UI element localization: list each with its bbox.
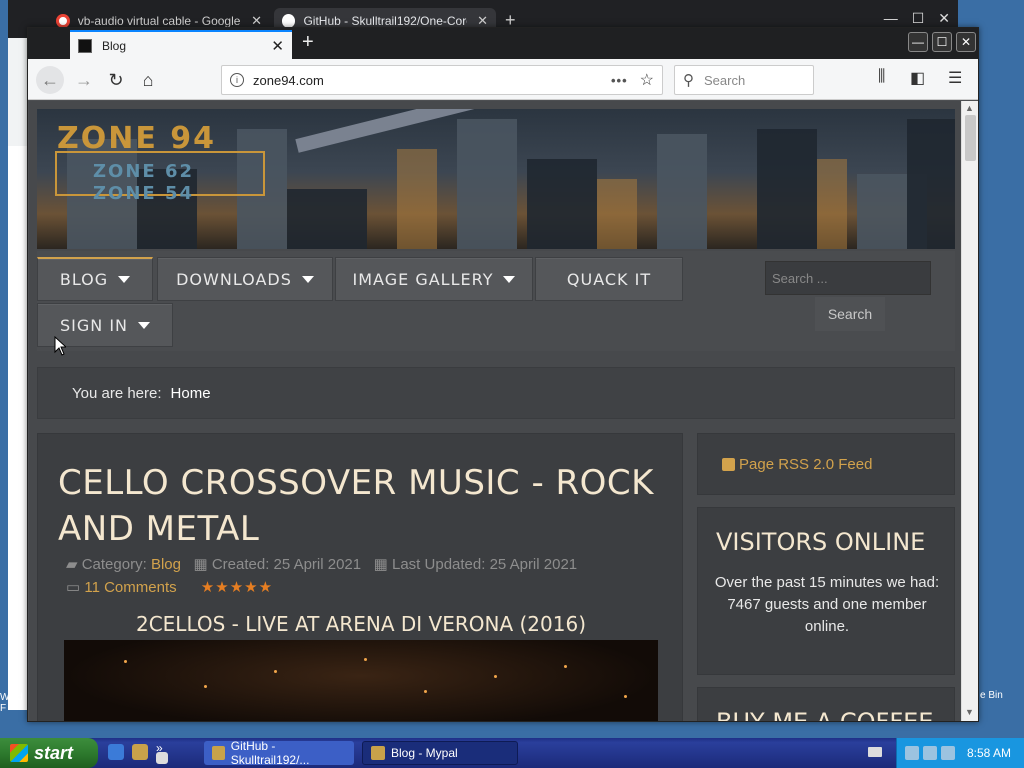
breadcrumb-home-link[interactable]: Home [171,385,211,402]
site-search-button[interactable]: Search [815,297,885,331]
mypal-icon[interactable] [132,744,148,760]
background-window-controls: — ☐ ✕ [884,10,950,27]
task-blog-mypal[interactable]: Blog - Mypal [362,741,518,765]
close-tab-icon[interactable]: ✕ [271,37,284,55]
video-title: 2CELLOS - LIVE AT ARENA DI VERONA (2016) [135,612,587,636]
browser-search-input[interactable]: ⚲ Search [674,65,814,95]
task-github[interactable]: GitHub - Skulltrail192/... [204,739,354,767]
video-player[interactable] [64,640,658,721]
start-button[interactable]: start [0,738,98,768]
calendar-icon: ▦ [373,556,388,573]
windows-logo-icon [10,744,28,762]
minimize-button[interactable]: — [908,32,928,52]
caret-down-icon [301,275,314,283]
breadcrumb: You are here: Home [37,367,955,419]
coffee-module: BUY ME A COFFEE [697,687,955,721]
article-meta: ▰ Category: Blog ▦ Created: 25 April 202… [66,556,578,573]
visitors-text: Over the past 15 minutes we had: 7467 gu… [714,574,940,635]
rss-icon [722,458,735,471]
article: CELLO CROSSOVER MUSIC - ROCK AND METAL ▰… [37,433,683,721]
minimize-icon[interactable]: — [884,10,898,27]
menu-item-quack-it[interactable]: QUACK IT [535,257,683,301]
site-search-input[interactable]: Search ... [765,261,931,295]
new-tab-button[interactable]: + [302,31,314,54]
window-controls: — ☐ ✕ [908,32,976,52]
comments-link[interactable]: 11 Comments [84,579,176,596]
article-title[interactable]: CELLO CROSSOVER MUSIC - ROCK AND METAL [58,460,658,552]
close-button[interactable]: ✕ [956,32,976,52]
close-icon[interactable]: ✕ [938,10,950,27]
menu-item-image-gallery[interactable]: IMAGE GALLERY [335,257,533,301]
tab-blog[interactable]: Blog ✕ [70,30,292,59]
site-logo[interactable]: ZONE 94 ZONE 62 ZONE 54 [55,121,277,221]
volume-icon[interactable] [941,746,955,760]
caret-down-icon [503,275,516,283]
google-icon [56,14,70,28]
page-content: ZONE 94 ZONE 62 ZONE 54 BLOG DOWNLOADS I… [29,101,961,721]
scroll-down-icon[interactable]: ▼ [965,707,974,717]
keyboard-icon[interactable] [868,747,882,757]
tray-app-icon[interactable] [923,746,937,760]
clock[interactable]: 8:58 AM [967,746,1011,760]
rss-module: Page RSS 2.0 Feed [697,433,955,495]
reload-button[interactable]: ↻ [102,66,130,94]
sidebar-icon[interactable]: ◧ [910,68,925,88]
app-icon[interactable] [156,752,168,764]
forward-button[interactable]: → [70,66,98,94]
menu-item-blog[interactable]: BLOG [37,257,153,301]
taskbar: start » GitHub - Skulltrail192/... Blog … [0,738,1024,768]
url-text[interactable]: zone94.com [253,73,324,88]
comment-icon: ▭ [66,579,81,596]
navigation-toolbar: ← → ↻ ⌂ i zone94.com ••• ☆ ⚲ Search ⫼ ◧ … [28,59,978,100]
browser-window: Blog ✕ + — ☐ ✕ ← → ↻ ⌂ i zone94.com ••• … [27,27,979,722]
recycle-bin-label[interactable]: e Bin [980,690,1003,701]
library-icon[interactable]: ⫼ [878,68,885,86]
vertical-scrollbar[interactable]: ▲ ▼ [961,101,978,721]
search-icon: ⚲ [683,72,694,89]
url-bar[interactable]: i zone94.com ••• ☆ [221,65,663,95]
back-button[interactable]: ← [36,66,64,94]
desktop-icon-label: Wind F [0,692,23,714]
menu-item-downloads[interactable]: DOWNLOADS [157,257,333,301]
folder-icon: ▰ [66,556,78,573]
network-icon[interactable] [905,746,919,760]
main-menu: BLOG DOWNLOADS IMAGE GALLERY QUACK IT SI… [37,251,955,351]
scrollbar-thumb[interactable] [965,115,976,161]
site-banner: ZONE 94 ZONE 62 ZONE 54 [37,109,955,249]
mouse-cursor-icon [54,336,66,356]
category-link[interactable]: Blog [151,556,181,573]
maximize-icon[interactable]: ☐ [912,10,925,27]
title-bar: Blog ✕ + — ☐ ✕ [28,28,978,59]
visitors-module: VISITORS ONLINE Over the past 15 minutes… [697,507,955,675]
bookmark-star-icon[interactable]: ☆ [640,70,654,90]
home-button[interactable]: ⌂ [134,66,162,94]
caret-down-icon [138,321,150,329]
visitors-title: VISITORS ONLINE [716,528,926,556]
site-favicon-icon [78,38,92,53]
system-tray: 8:58 AM [896,738,1024,768]
caret-down-icon [118,276,131,283]
maximize-button[interactable]: ☐ [932,32,952,52]
menu-icon[interactable]: ☰ [948,68,962,88]
rss-feed-link[interactable]: Page RSS 2.0 Feed [722,456,872,473]
calendar-icon: ▦ [193,556,208,573]
article-comments-row: ▭ 11 Comments ★★★★★ [66,578,273,596]
scroll-up-icon[interactable]: ▲ [965,103,974,113]
coffee-title: BUY ME A COFFEE [716,708,933,721]
rating-stars[interactable]: ★★★★★ [201,579,273,596]
ie-icon[interactable] [108,744,124,760]
page-actions-icon[interactable]: ••• [611,73,628,88]
mypal-icon [371,746,385,760]
github-icon [282,14,296,28]
info-icon[interactable]: i [230,73,244,87]
mypal-icon [212,746,225,760]
